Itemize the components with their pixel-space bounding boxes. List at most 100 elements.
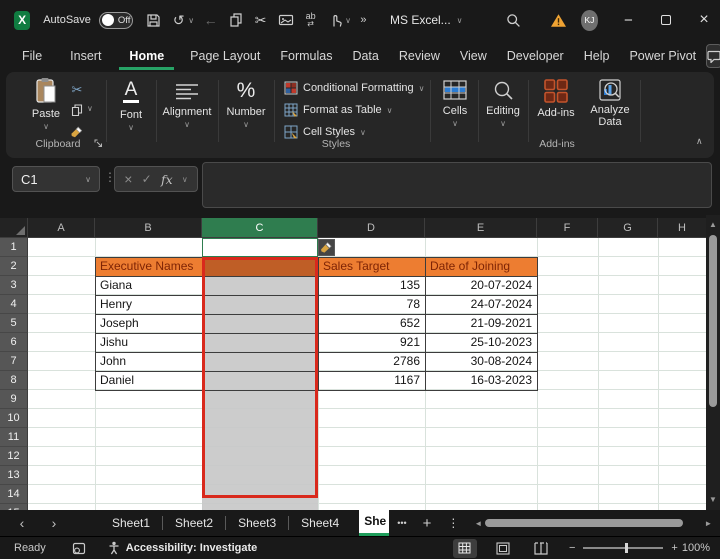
col-header-g[interactable]: G	[598, 218, 658, 238]
paste-picture-icon[interactable]	[273, 8, 298, 32]
sheet-tab-sheet4[interactable]: Sheet4	[289, 510, 351, 536]
collapse-ribbon-icon[interactable]: ∧	[696, 136, 703, 147]
cell-c2-selected[interactable]	[202, 257, 318, 276]
warning-icon[interactable]	[546, 8, 571, 32]
maximize-button[interactable]	[654, 6, 678, 34]
cell-d5[interactable]: 652	[318, 314, 425, 333]
tab-home[interactable]: Home	[119, 42, 174, 70]
row-header-13[interactable]: 13	[0, 466, 28, 485]
add-ins-button[interactable]: Add-ins	[532, 78, 580, 119]
sheet-tab-sheet3[interactable]: Sheet3	[226, 510, 288, 536]
sheet-options-icon[interactable]: ⋮	[439, 516, 467, 530]
select-all-corner[interactable]	[0, 218, 28, 238]
row-header-6[interactable]: 6	[0, 333, 28, 352]
tab-help[interactable]: Help	[574, 42, 620, 70]
scroll-down-icon[interactable]: ▼	[706, 495, 720, 504]
cell-e6[interactable]: 25-10-2023	[425, 333, 537, 352]
scroll-up-icon[interactable]: ▲	[706, 220, 720, 229]
analyze-data-button[interactable]: Analyze Data	[584, 78, 636, 128]
tab-insert[interactable]: Insert	[60, 42, 111, 70]
cell-e7[interactable]: 30-08-2024	[425, 352, 537, 371]
font-menu-button[interactable]: A Font ∨	[108, 80, 154, 132]
row-header-11[interactable]: 11	[0, 428, 28, 447]
sheet-nav-left-icon[interactable]: ‹	[10, 515, 34, 531]
more-sheets-icon[interactable]: •••	[389, 518, 414, 528]
cell-e8[interactable]: 16-03-2023	[425, 371, 537, 390]
cell-d7[interactable]: 2786	[318, 352, 425, 371]
minimize-button[interactable]: −	[616, 6, 640, 34]
clipboard-dialog-launcher-icon[interactable]	[94, 139, 103, 148]
tab-power-pivot[interactable]: Power Pivot	[619, 42, 706, 70]
zoom-slider-thumb[interactable]	[625, 543, 628, 553]
cell-b8[interactable]: Daniel	[95, 371, 202, 390]
col-header-d[interactable]: D	[318, 218, 425, 238]
accessibility-icon[interactable]	[108, 541, 120, 555]
page-layout-view-icon[interactable]	[491, 539, 515, 558]
enter-icon[interactable]: ✓	[142, 172, 152, 186]
vertical-scrollbar-thumb[interactable]	[709, 235, 717, 407]
undo-chevron-icon[interactable]: ∨	[188, 16, 194, 25]
cut-icon[interactable]: ✂	[248, 8, 273, 32]
cell-e5[interactable]: 21-09-2021	[425, 314, 537, 333]
tab-formulas[interactable]: Formulas	[270, 42, 342, 70]
col-header-c[interactable]: C	[202, 218, 318, 238]
cell-d4[interactable]: 78	[318, 295, 425, 314]
copy-icon[interactable]	[223, 8, 248, 32]
zoom-out-icon[interactable]: −	[569, 542, 575, 554]
col-header-h[interactable]: H	[658, 218, 706, 238]
cut-ribbon-icon[interactable]: ✂	[66, 80, 88, 99]
row-header-5[interactable]: 5	[0, 314, 28, 333]
cell-b7[interactable]: John	[95, 352, 202, 371]
row-header-9[interactable]: 9	[0, 390, 28, 409]
save-icon[interactable]	[141, 8, 166, 32]
cell-b4[interactable]: Henry	[95, 295, 202, 314]
name-box[interactable]: C1 ∨	[12, 166, 100, 192]
autosave-toggle[interactable]: Off	[99, 12, 133, 29]
row-header-2[interactable]: 2	[0, 257, 28, 276]
copy-chevron-icon[interactable]: ∨	[87, 104, 93, 113]
row-header-10[interactable]: 10	[0, 409, 28, 428]
add-sheet-icon[interactable]: +	[415, 515, 440, 532]
fx-chevron-icon[interactable]: ∨	[182, 175, 188, 184]
row-header-14[interactable]: 14	[0, 485, 28, 504]
sheet-tab-active[interactable]: She	[359, 510, 389, 536]
horizontal-scrollbar-thumb[interactable]	[485, 519, 683, 527]
vertical-scrollbar[interactable]: ▲ ▼	[706, 215, 720, 510]
cell-d8[interactable]: 1167	[318, 371, 425, 390]
qat-overflow-icon[interactable]: »	[351, 8, 376, 32]
cell-b2[interactable]: Executive Names	[95, 257, 202, 276]
row-header-7[interactable]: 7	[0, 352, 28, 371]
cells-menu-button[interactable]: Cells ∨	[434, 80, 476, 128]
insert-function-icon[interactable]: fx	[161, 172, 173, 187]
col-header-b[interactable]: B	[95, 218, 202, 238]
user-avatar[interactable]: KJ	[581, 10, 599, 31]
cell-d2[interactable]: Sales Target	[318, 257, 425, 276]
scroll-right-icon[interactable]: ►	[701, 519, 715, 528]
tab-developer[interactable]: Developer	[497, 42, 574, 70]
comments-button[interactable]	[706, 44, 720, 68]
editing-menu-button[interactable]: Editing ∨	[480, 80, 526, 128]
cell-e3[interactable]: 20-07-2024	[425, 276, 537, 295]
tab-review[interactable]: Review	[389, 42, 450, 70]
cell-d3[interactable]: 135	[318, 276, 425, 295]
search-icon[interactable]	[501, 8, 526, 32]
tab-page-layout[interactable]: Page Layout	[180, 42, 270, 70]
copy-ribbon-icon[interactable]	[66, 101, 88, 120]
cell-e4[interactable]: 24-07-2024	[425, 295, 537, 314]
title-chevron-icon[interactable]: ∨	[457, 16, 463, 25]
macro-record-icon[interactable]	[72, 542, 86, 555]
cell-b5[interactable]: Joseph	[95, 314, 202, 333]
cell-e2[interactable]: Date of Joining	[425, 257, 537, 276]
row-header-3[interactable]: 3	[0, 276, 28, 295]
redo-icon[interactable]: ←	[198, 8, 223, 32]
number-menu-button[interactable]: % Number ∨	[220, 78, 272, 129]
cell-b3[interactable]: Giana	[95, 276, 202, 295]
paste-button[interactable]: Paste ∨	[20, 77, 72, 131]
formula-input[interactable]	[202, 162, 712, 208]
tab-file[interactable]: File	[12, 42, 52, 70]
cancel-icon[interactable]: ×	[124, 171, 132, 187]
accessibility-status[interactable]: Accessibility: Investigate	[126, 542, 257, 554]
row-header-12[interactable]: 12	[0, 447, 28, 466]
column-c-selection[interactable]	[202, 276, 318, 510]
close-button[interactable]: ×	[692, 6, 716, 34]
